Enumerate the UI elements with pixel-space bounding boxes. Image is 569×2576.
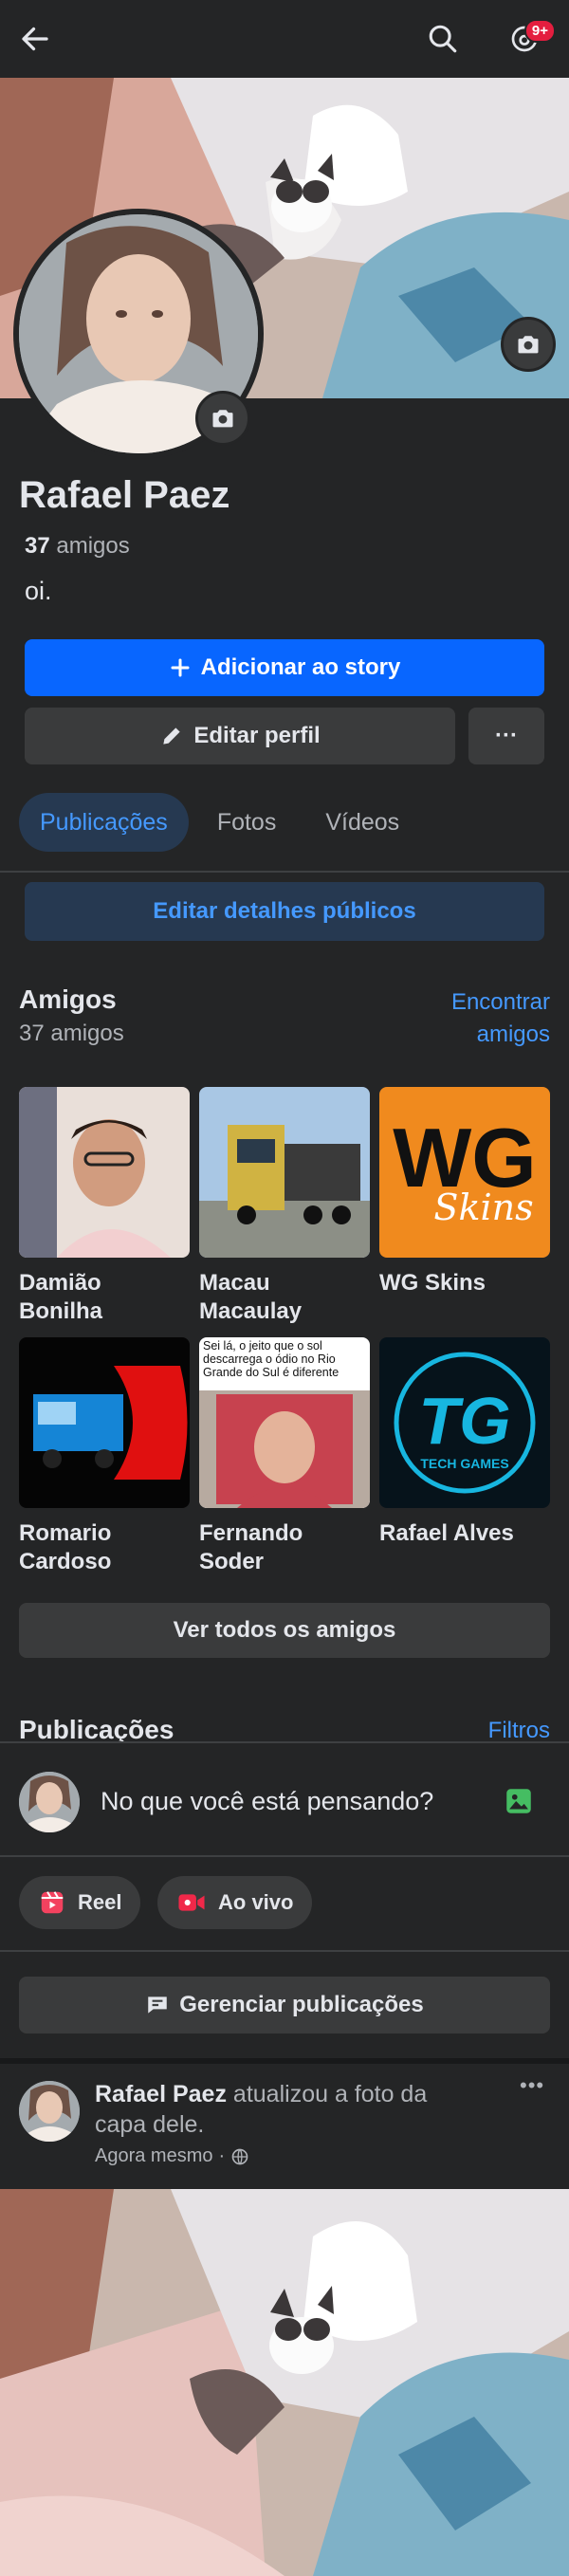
reel-label: Reel: [78, 1890, 122, 1914]
divider: [0, 1950, 569, 1952]
tab-videos[interactable]: Vídeos: [304, 793, 420, 852]
friend-name: Rafael Alves: [379, 1520, 514, 1546]
section-separator: [0, 2058, 569, 2064]
friend-card[interactable]: TG TECH GAMES Rafael Alves: [379, 1337, 550, 1548]
manage-posts-button[interactable]: Gerenciar publicações: [19, 1977, 550, 2033]
divider: [0, 1855, 569, 1857]
live-video-icon: [178, 1894, 205, 1911]
live-label: Ao vivo: [218, 1890, 294, 1914]
live-button[interactable]: Ao vivo: [157, 1876, 313, 1929]
post-more-options-icon[interactable]: •••: [520, 2073, 544, 2098]
friends-section-count: 37 amigos: [19, 1021, 124, 1046]
divider: [0, 871, 569, 873]
tech-games-logo: TGTECH GAMES: [379, 1337, 550, 1508]
meme-caption: Sei lá, o jeito que o sol descarrega o ó…: [203, 1339, 340, 1379]
post-image[interactable]: [0, 2189, 569, 2576]
notification-badge: 9+: [523, 19, 556, 43]
see-all-friends-label: Ver todos os amigos: [173, 1617, 396, 1643]
svg-text:TG: TG: [418, 1384, 510, 1458]
svg-text:TECH GAMES: TECH GAMES: [420, 1456, 508, 1471]
svg-text:Skins: Skins: [433, 1187, 533, 1228]
post-composer: No que você está pensando?: [0, 1743, 569, 1857]
edit-profile-label: Editar perfil: [193, 723, 321, 748]
reel-button[interactable]: Reel: [19, 1876, 141, 1929]
see-all-friends-button[interactable]: Ver todos os amigos: [19, 1603, 550, 1658]
dot-separator: ·: [218, 2145, 226, 2166]
post-time[interactable]: Agora mesmo: [95, 2145, 213, 2167]
profile-tabs: Publicações Fotos Vídeos: [19, 793, 420, 852]
friend-photo: WG Skins: [379, 1087, 550, 1258]
friend-card[interactable]: Romario Cardoso: [19, 1337, 190, 1576]
search-icon[interactable]: [421, 17, 465, 61]
manage-posts-label: Gerenciar publicações: [179, 1992, 424, 2017]
manage-posts-icon: [148, 1996, 168, 2014]
edit-profile-picture-button[interactable]: [195, 391, 250, 446]
globe-icon: [231, 2148, 248, 2164]
edit-public-details-button[interactable]: Editar detalhes públicos: [25, 882, 544, 941]
find-friends-link[interactable]: Encontrar amigos: [417, 986, 550, 1051]
avatar[interactable]: [19, 1772, 80, 1832]
post-author-name[interactable]: Rafael Paez: [95, 2081, 227, 2107]
post-author-avatar[interactable]: [19, 2081, 80, 2142]
add-to-story-label: Adicionar ao story: [200, 654, 401, 680]
friends-count[interactable]: 37 amigos: [25, 533, 130, 560]
camera-icon: [212, 410, 233, 428]
camera-icon: [518, 336, 539, 354]
post-header-text: Rafael Paez atualizou a foto da capa del…: [95, 2079, 484, 2140]
friend-name: Macau Macaulay: [199, 1270, 303, 1324]
friend-name: Fernando Soder: [199, 1520, 303, 1574]
edit-cover-camera-button[interactable]: [501, 317, 556, 372]
friend-card[interactable]: Damião Bonilha: [19, 1087, 190, 1326]
friend-card[interactable]: Sei lá, o jeito que o sol descarrega o ó…: [199, 1337, 370, 1576]
friend-photo: [19, 1337, 190, 1508]
friend-name: Romario Cardoso: [19, 1520, 112, 1574]
back-arrow-icon[interactable]: [13, 17, 57, 61]
wg-skins-logo: WGSkins: [379, 1087, 550, 1258]
friend-name: WG Skins: [379, 1270, 486, 1296]
top-bar: 9+: [0, 0, 569, 78]
friend-photo: Sei lá, o jeito que o sol descarrega o ó…: [199, 1337, 370, 1508]
friend-name: Damião Bonilha: [19, 1270, 102, 1324]
reel-icon: [41, 1891, 64, 1914]
friends-section-title: Amigos: [19, 984, 117, 1014]
edit-profile-button[interactable]: Editar perfil: [25, 708, 455, 764]
tab-fotos[interactable]: Fotos: [196, 793, 298, 852]
post-meta: Agora mesmo ·: [95, 2145, 249, 2167]
friend-card[interactable]: WG Skins WG Skins: [379, 1087, 550, 1297]
composer-placeholder[interactable]: No que você está pensando?: [101, 1787, 433, 1816]
profile-name: Rafael Paez: [19, 474, 230, 516]
profile-bio: oi.: [25, 577, 52, 605]
plus-icon: [171, 658, 190, 677]
friends-number: 37: [25, 533, 50, 559]
friends-word: amigos: [56, 533, 130, 559]
tab-publicacoes[interactable]: Publicações: [19, 793, 189, 852]
more-options-button[interactable]: ···: [468, 708, 544, 764]
more-dots-icon: ···: [495, 723, 518, 748]
friend-card[interactable]: Macau Macaulay: [199, 1087, 370, 1326]
edit-public-details-label: Editar detalhes públicos: [153, 898, 416, 924]
photo-icon[interactable]: [503, 1785, 535, 1822]
add-to-story-button[interactable]: Adicionar ao story: [25, 639, 544, 696]
friend-photo: [19, 1087, 190, 1258]
friend-photo: TG TECH GAMES: [379, 1337, 550, 1508]
threads-icon[interactable]: 9+: [503, 17, 556, 61]
friend-photo: [199, 1087, 370, 1258]
pencil-icon: [163, 727, 180, 745]
